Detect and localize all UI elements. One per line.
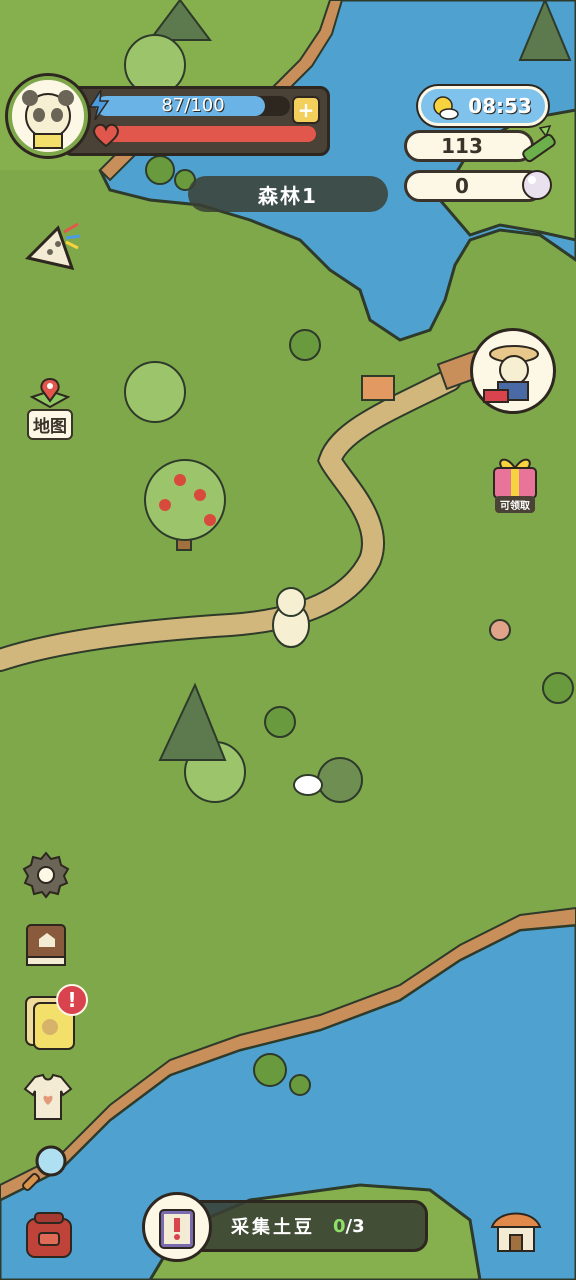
sun-cloud-icon [429,93,459,121]
time-text: 08:53 [468,94,532,118]
add-energy-glyph: + [297,98,315,122]
settings-button[interactable] [20,848,72,900]
wardrobe-button[interactable] [20,1070,76,1126]
gift-button[interactable]: 可领取 [484,446,546,516]
gift-icon [493,458,537,499]
gear-icon [22,851,70,899]
player-status-panel: 87/100 + [8,76,330,158]
lightning-icon [88,89,110,121]
backpack-button[interactable] [20,1204,78,1262]
avatar[interactable] [8,76,88,156]
alert-badge: ! [56,984,88,1016]
health-bar-fill [104,126,316,142]
quest-progress-current: 0 [333,1215,346,1237]
time-display: 08:53 [418,86,548,126]
magnifier-icon [22,1145,67,1191]
home-button[interactable] [488,1200,544,1258]
bamboo-icon [518,124,560,168]
location-banner: 森林1 [188,176,388,212]
villager-npc[interactable] [470,328,556,414]
alert-glyph: ! [67,988,77,1012]
quest-scroll-icon [159,1209,195,1249]
book-icon [26,924,66,966]
kite-button[interactable] [20,218,82,280]
health-bar [104,126,316,142]
tag-button[interactable]: ! [18,984,88,1052]
pearl-icon [520,168,554,202]
kite-icon [25,222,81,271]
map-button[interactable]: 地图 [18,376,82,440]
energy-text: 87/100 [161,95,225,116]
backpack-icon [26,1212,72,1258]
quest-title: 采集土豆 [231,1217,315,1238]
villager-icon [483,345,539,403]
bamboo-counter[interactable]: 113 [404,130,534,162]
search-button[interactable] [20,1140,74,1194]
shirt-icon [23,1073,73,1120]
house-icon [490,1212,542,1252]
map-pin-icon [29,377,71,408]
map-label: 地图 [27,408,73,440]
gift-label: 可领取 [495,495,535,513]
pearl-count: 0 [455,174,469,198]
bamboo-count: 113 [441,134,483,158]
heart-icon [92,122,120,148]
location-name: 森林1 [258,183,318,208]
energy-bar: 87/100 [96,95,290,116]
add-energy-button[interactable]: + [292,96,320,124]
quest-progress-total: /3 [345,1215,365,1237]
quest-icon-button[interactable] [142,1192,212,1262]
recipe-book-button[interactable] [20,918,74,972]
